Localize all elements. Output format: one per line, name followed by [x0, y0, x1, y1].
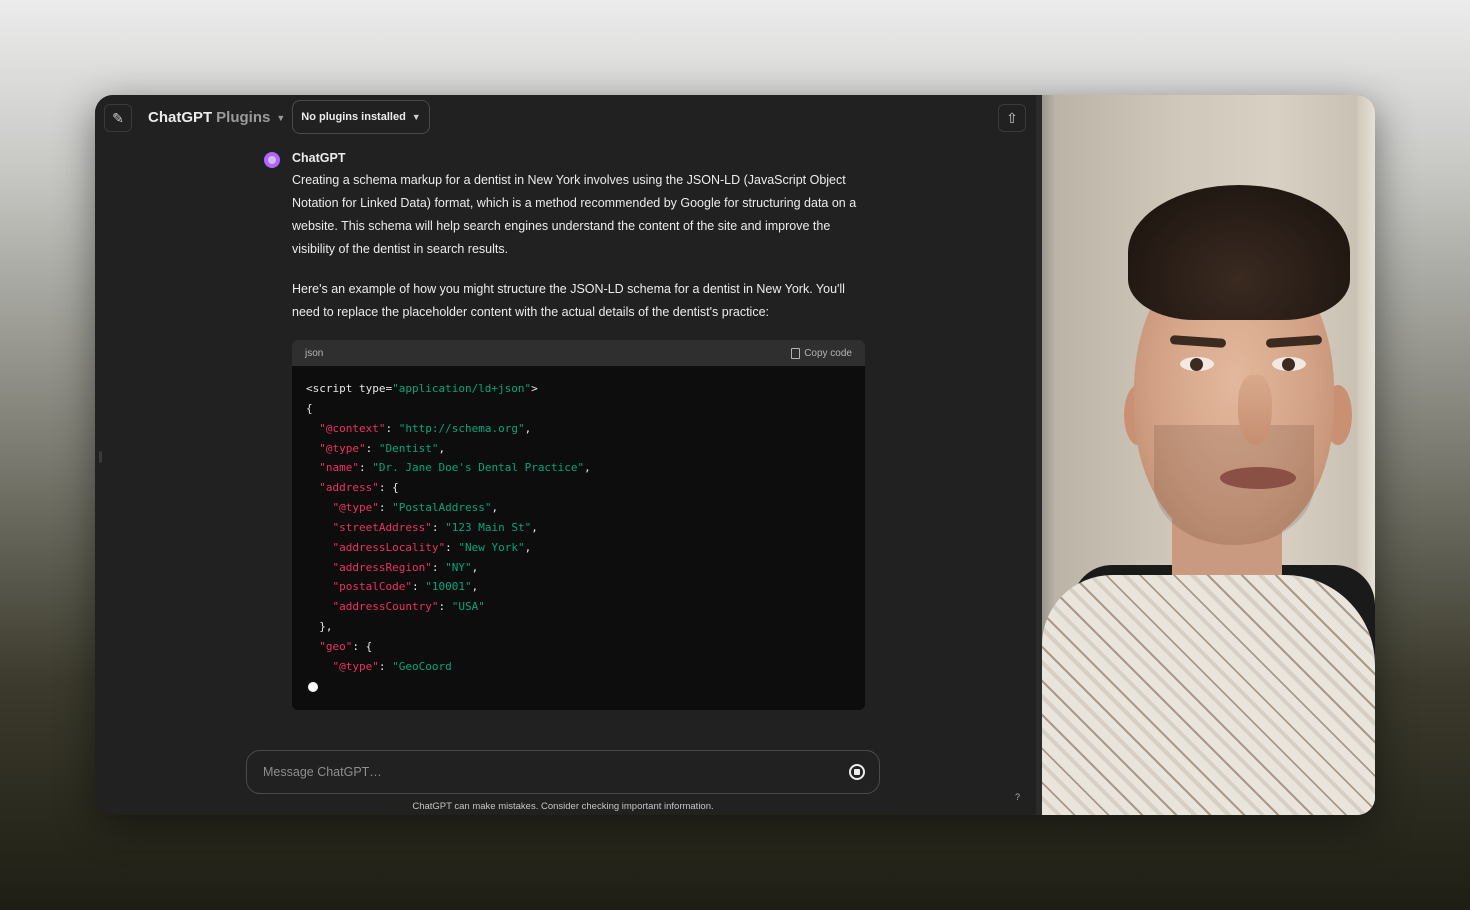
clipboard-icon — [791, 347, 801, 359]
chevron-down-icon: ▼ — [276, 112, 286, 123]
code-line: "@context": "http://schema.org", — [319, 421, 532, 435]
message-sender: ChatGPT — [292, 151, 346, 165]
code-line: "addressRegion": "NY", — [332, 560, 479, 574]
code-line: "postalCode": "10001", — [332, 580, 479, 594]
chevron-down-icon: ▼ — [411, 112, 421, 122]
code-line: "@type": "Dentist", — [319, 441, 446, 455]
message-input[interactable] — [261, 764, 825, 780]
plugins-dropdown-label: No plugins installed — [301, 111, 406, 123]
code-content: <script type="application/ld+json"> { "@… — [292, 366, 865, 710]
message-composer[interactable] — [246, 750, 880, 794]
streaming-cursor-icon — [308, 681, 318, 692]
share-button[interactable]: ⇧ — [998, 104, 1026, 132]
code-line: { — [306, 401, 313, 415]
patterned-shirt — [1042, 575, 1375, 815]
code-line: "address": { — [319, 481, 399, 495]
message-paragraph: Creating a schema markup for a dentist i… — [292, 173, 857, 256]
code-line: }, — [306, 620, 333, 634]
top-bar: ✎ ChatGPT Plugins ▼ No plugins installed… — [95, 95, 1042, 141]
code-line: "addressCountry": "USA" — [332, 600, 485, 614]
code-line: "@type": "PostalAddress", — [332, 501, 499, 515]
brand-subtitle: Plugins — [216, 109, 271, 126]
new-chat-button[interactable]: ✎ — [104, 104, 132, 132]
code-line: "name": "Dr. Jane Doe's Dental Practice"… — [319, 461, 591, 475]
help-button[interactable]: ? — [1015, 792, 1020, 802]
chat-pane: ✎ ChatGPT Plugins ▼ No plugins installed… — [95, 95, 1042, 815]
copy-code-button[interactable]: Copy code — [791, 347, 852, 359]
brand-title: ChatGPT — [148, 109, 213, 126]
share-icon: ⇧ — [1006, 109, 1018, 126]
presenter-hair — [1128, 185, 1350, 320]
code-block: json Copy code <script type="application… — [292, 340, 865, 710]
copy-code-label: Copy code — [804, 347, 852, 359]
code-block-header: json Copy code — [292, 340, 865, 366]
stop-generating-button[interactable] — [849, 764, 865, 780]
stop-icon — [854, 769, 860, 775]
message-paragraph: Here's an example of how you might struc… — [292, 282, 845, 319]
app-window: ✎ ChatGPT Plugins ▼ No plugins installed… — [95, 95, 1375, 815]
assistant-message: ChatGPT Creating a schema markup for a d… — [264, 151, 866, 324]
webcam-video — [1042, 95, 1375, 815]
edit-icon: ✎ — [112, 109, 124, 126]
code-language: json — [305, 347, 324, 359]
plugins-dropdown[interactable]: No plugins installed ▼ — [292, 100, 430, 134]
code-line: <script type="application/ld+json"> — [306, 382, 538, 395]
code-line: "geo": { — [319, 639, 373, 653]
assistant-avatar-icon — [264, 152, 280, 168]
disclaimer-text: ChatGPT can make mistakes. Consider chec… — [412, 801, 714, 812]
model-selector[interactable]: ChatGPT Plugins ▼ — [148, 109, 285, 126]
code-line: "streetAddress": "123 Main St", — [332, 520, 538, 534]
sidebar-toggle-handle[interactable] — [99, 451, 102, 463]
code-line: "addressLocality": "New York", — [332, 540, 532, 554]
code-line: "@type": "GeoCoord — [332, 659, 452, 673]
